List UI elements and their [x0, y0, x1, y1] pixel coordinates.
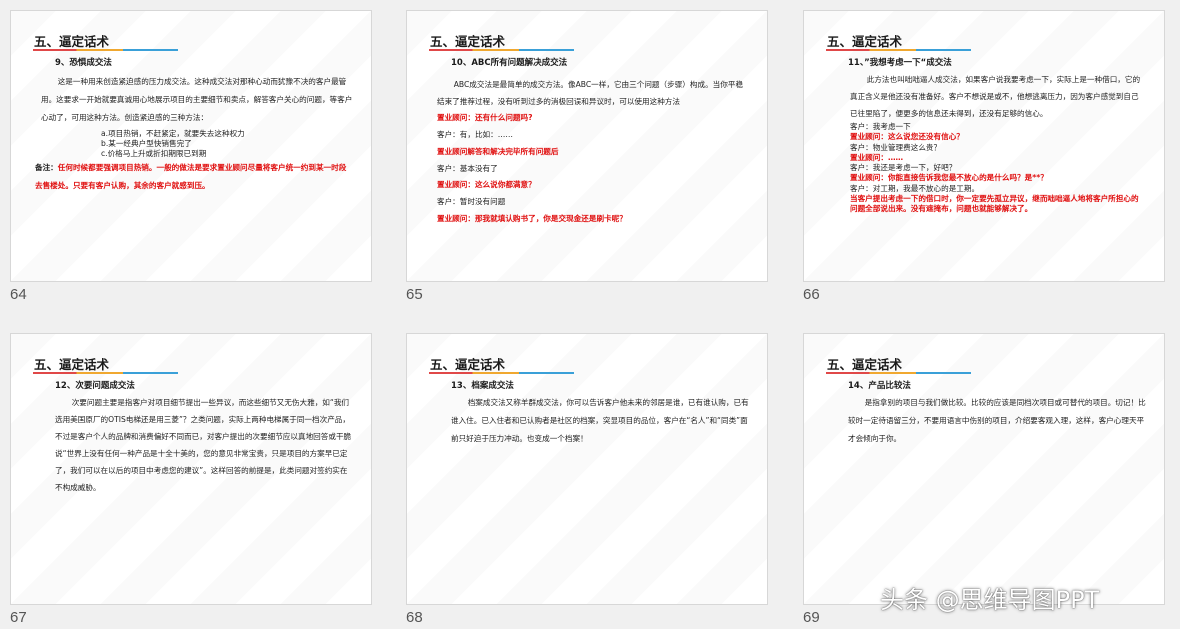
dialogue-line: 客户：我还是考虑一下，好吧？	[850, 163, 957, 173]
body-paragraph: 这是一种用来创造紧迫感的压力成交法。这种成交法对那种心动而犹豫不决的客户最管用。…	[41, 77, 353, 122]
body-paragraph: 档案成交法又称羊群成交法，你可以告诉客户他未来的邻居是谁，已有谁认购，已有谁入住…	[451, 398, 749, 444]
slide-subtitle: 9、恐惧成交法	[55, 58, 112, 68]
dialogue-line: 客户：暂时没有问题	[437, 196, 506, 206]
body-paragraph: 此方法也叫咄咄逼人成交法，如果客户说我要考虑一下，实际上是一种借口，它的真正含义…	[850, 75, 1141, 119]
dialogue-line: 置业顾问：还有什么问题吗?	[437, 113, 533, 123]
title-divider	[826, 49, 971, 51]
slide-thumbnail-69[interactable]: 五、逼定话术 14、产品比较法 是指拿别的项目与我们做比较。比较的应该是同档次项…	[803, 333, 1165, 605]
slide-title: 五、逼定话术	[34, 357, 110, 372]
slide-number: 65	[406, 286, 423, 303]
slide-thumbnail-67[interactable]: 五、逼定话术 12、次要问题成交法 次要问题主要是指客户对项目细节提出一些异议，…	[10, 333, 372, 605]
slide-subtitle: 10、ABC所有问题解决成交法	[451, 58, 568, 68]
dialogue-line: 客户：对工期，我最不放心的是工期。	[850, 183, 980, 193]
slide-body: 此方法也叫咄咄逼人成交法，如果客户说我要考虑一下，实际上是一种借口，它的真正含义…	[850, 71, 1146, 214]
body-paragraph: 次要问题主要是指客户对项目细节提出一些异议，而这些细节又无伤大雅，如“我们选用美…	[55, 398, 352, 493]
dialogue-line: 客户：有，比如：……	[437, 130, 513, 140]
slide-body: 次要问题主要是指客户对项目细节提出一些异议，而这些细节又无伤大雅，如“我们选用美…	[55, 394, 353, 496]
slide-thumbnail-64[interactable]: 五、逼定话术 9、恐惧成交法 这是一种用来创造紧迫感的压力成交法。这种成交法对那…	[10, 10, 372, 282]
body-paragraph: 是指拿别的项目与我们做比较。比较的应该是同档次项目或可替代的项目。切记！比较时一…	[848, 398, 1146, 444]
dialogue-line: 客户：物业管理费这么贵？	[850, 142, 942, 152]
title-divider	[826, 372, 971, 374]
slide-subtitle: 14、产品比较法	[848, 381, 911, 391]
option-a: a.项目热销，不赶紧定，就要失去这种权力	[101, 128, 245, 138]
dialogue-line: 置业顾问：……	[850, 152, 904, 162]
note-text: 任何时候都要强调项目热销。一般的做法是要求置业顾问尽量将客户统一约到某一时段去售…	[35, 163, 347, 191]
slide-subtitle: 13、档案成交法	[451, 381, 514, 391]
slide-title: 五、逼定话术	[34, 34, 110, 49]
option-c: c.价格马上升或折扣期限已到期	[101, 149, 207, 159]
dialogue-line: 置业顾问：这么说您还没有信心？	[850, 132, 964, 142]
title-divider	[429, 49, 574, 51]
slide-title: 五、逼定话术	[430, 34, 506, 49]
slide-subtitle: 12、次要问题成交法	[55, 381, 135, 391]
dialogue-line: 置业顾问：这么说你都满意？	[437, 180, 536, 190]
slide-body: 是指拿别的项目与我们做比较。比较的应该是同档次项目或可替代的项目。切记！比较时一…	[848, 394, 1146, 449]
slide-subtitle: 11、”我想考虑一下“成交法	[848, 58, 952, 68]
slide-number: 64	[10, 286, 27, 303]
slide-thumbnail-68[interactable]: 五、逼定话术 13、档案成交法 档案成交法又称羊群成交法，你可以告诉客户他未来的…	[406, 333, 768, 605]
slide-number: 69	[803, 609, 820, 626]
slide-title: 五、逼定话术	[827, 34, 903, 49]
slide-number: 67	[10, 609, 27, 626]
dialogue-line: 客户：我考虑一下	[850, 122, 911, 132]
dialogue-line: 客户：基本没有了	[437, 163, 498, 173]
slide-body: 这是一种用来创造紧迫感的压力成交法。这种成交法对那种心动而犹豫不决的客户最管用。…	[35, 73, 353, 195]
title-divider	[429, 372, 574, 374]
watermark-text: 头条 @思维导图PPT	[880, 586, 1100, 614]
dialogue-conclusion: 当客户提出考虑一下的借口时，你一定要先孤立异议，继而咄咄逼人地将客户所担心的问题…	[850, 193, 1139, 214]
slide-number: 66	[803, 286, 820, 303]
slide-title: 五、逼定话术	[827, 357, 903, 372]
body-paragraph: ABC成交法是最简单的成交方法。像ABC一样，它由三个问题（步骤）构成。当你平稳…	[437, 80, 744, 106]
title-divider	[33, 372, 178, 374]
title-divider	[33, 49, 178, 51]
slide-thumbnail-66[interactable]: 五、逼定话术 11、”我想考虑一下“成交法 此方法也叫咄咄逼人成交法，如果客户说…	[803, 10, 1165, 282]
note-label: 备注：	[35, 163, 58, 173]
slide-body: ABC成交法是最简单的成交方法。像ABC一样，它由三个问题（步骤）构成。当你平稳…	[437, 77, 749, 227]
slide-number: 68	[406, 609, 423, 626]
dialogue-line: 置业顾问：那我就填认购书了，你是交现金还是刷卡呢？	[437, 213, 627, 223]
dialogue-line: 置业顾问：你能直接告诉我您最不放心的是什么吗？是**？	[850, 173, 1048, 183]
slide-thumbnail-65[interactable]: 五、逼定话术 10、ABC所有问题解决成交法 ABC成交法是最简单的成交方法。像…	[406, 10, 768, 282]
slide-title: 五、逼定话术	[430, 357, 506, 372]
dialogue-line: 置业顾问解答和解决完毕所有问题后	[437, 146, 559, 156]
option-b: b.某一经典户型快销售完了	[101, 138, 192, 148]
slide-body: 档案成交法又称羊群成交法，你可以告诉客户他未来的邻居是谁，已有谁认购，已有谁入住…	[451, 394, 749, 449]
